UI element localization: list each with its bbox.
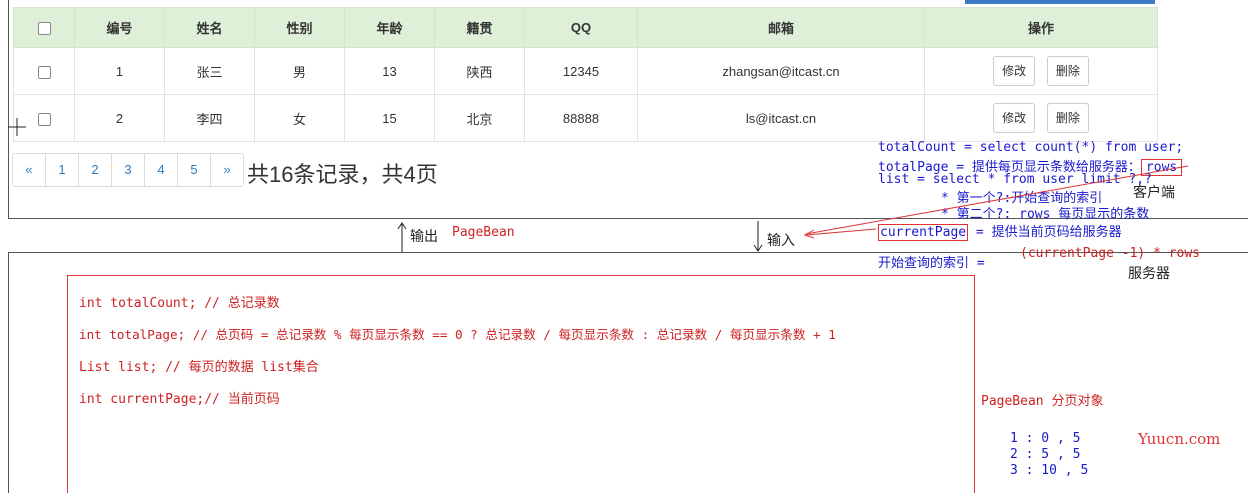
example-row-3: 3 : 10 , 5 <box>1010 463 1089 478</box>
pagebean-output: PageBean <box>452 225 515 240</box>
example-row-1: 1 : 0 , 5 <box>1010 431 1081 446</box>
code-line-total-count: int totalCount; // 总记录数 <box>79 296 280 311</box>
output-label: 输出 <box>410 228 438 244</box>
example-row-2: 2 : 5 , 5 <box>1010 447 1081 462</box>
input-label: 输入 <box>767 232 795 248</box>
code-line-total-page: int totalPage; // 总页码 = 总记录数 % 每页显示条数 ==… <box>79 327 836 342</box>
code-line-list: List list; // 每页的数据 list集合 <box>79 360 319 375</box>
code-line-current-page: int currentPage;// 当前页码 <box>79 392 280 407</box>
watermark: Yuucn.com <box>1138 430 1221 448</box>
pagebean-label: PageBean 分页对象 <box>981 394 1104 409</box>
rows-to-input-line <box>805 165 1189 235</box>
